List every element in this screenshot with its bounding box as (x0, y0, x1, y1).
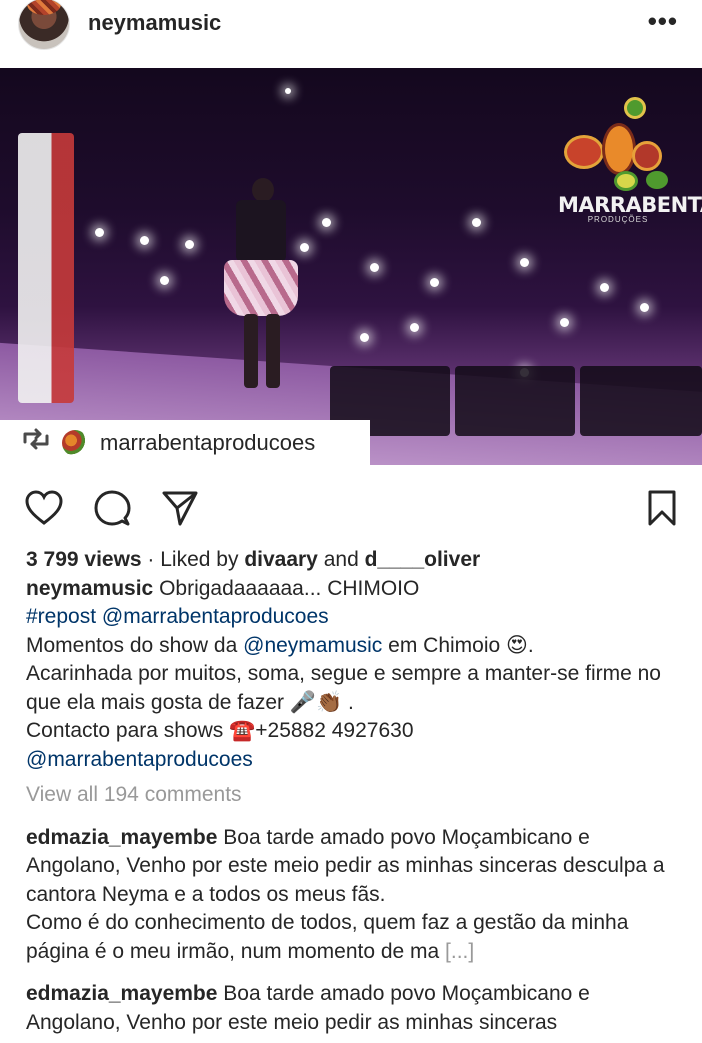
post-video[interactable]: MARRABENTA PRODUÇÕES marrabentaproducoes (0, 68, 702, 465)
mention-link[interactable]: @marrabentaproducoes (26, 748, 253, 771)
bookmark-icon[interactable] (640, 486, 684, 530)
repost-source-avatar (62, 429, 88, 456)
post-actions (0, 480, 702, 536)
repost-attribution[interactable]: marrabentaproducoes (0, 420, 370, 465)
comment: edmazia_mayembe Boa tarde amado povo Moç… (26, 982, 590, 1034)
performer (222, 178, 302, 408)
view-all-comments-link[interactable]: View all 194 comments (26, 781, 686, 810)
caption-author[interactable]: neymamusic (26, 577, 153, 600)
engagement-stats: 3 799 views · Liked by divaary and d____… (26, 548, 481, 571)
brand-watermark-logo: MARRABENTA PRODUÇÕES (558, 93, 702, 243)
more-options-icon[interactable]: ••• (648, 8, 678, 34)
repost-icon (22, 428, 56, 457)
comment: edmazia_mayembe Boa tarde amado povo Moç… (26, 825, 665, 963)
brand-name: MARRABENTA (558, 193, 702, 217)
post-body: 3 799 views · Liked by divaary and d____… (26, 546, 686, 1037)
liker-name[interactable]: d____oliver (365, 548, 481, 571)
avatar[interactable] (18, 0, 70, 50)
repost-handle[interactable]: marrabentaproducoes (100, 430, 315, 456)
caption-text: Acarinhada por muitos, soma, segue e sem… (26, 662, 661, 714)
hashtag-link[interactable]: #repost (26, 605, 96, 628)
liker-name[interactable]: divaary (244, 548, 318, 571)
stage-speaker (455, 366, 575, 436)
caption-contact: Contacto para shows ☎️+25882 4927630 (26, 719, 414, 742)
post-username[interactable]: neymamusic (88, 10, 221, 36)
mention-link[interactable]: @marrabentaproducoes (102, 605, 329, 628)
mention-link[interactable]: @neymamusic (243, 634, 382, 657)
post-header: neymamusic ••• (0, 0, 702, 68)
views-count[interactable]: 3 799 views (26, 548, 142, 571)
comment-author[interactable]: edmazia_mayembe (26, 982, 217, 1005)
stage-speaker (580, 366, 702, 436)
comment-icon[interactable] (90, 486, 134, 530)
comment-author[interactable]: edmazia_mayembe (26, 826, 217, 849)
post-caption: neymamusic Obrigadaaaaaa... CHIMOIO #rep… (26, 575, 686, 775)
more-link[interactable]: [...] (445, 940, 474, 963)
heart-icon[interactable] (22, 486, 66, 530)
stage-banner (18, 133, 74, 403)
share-icon[interactable] (158, 486, 202, 530)
